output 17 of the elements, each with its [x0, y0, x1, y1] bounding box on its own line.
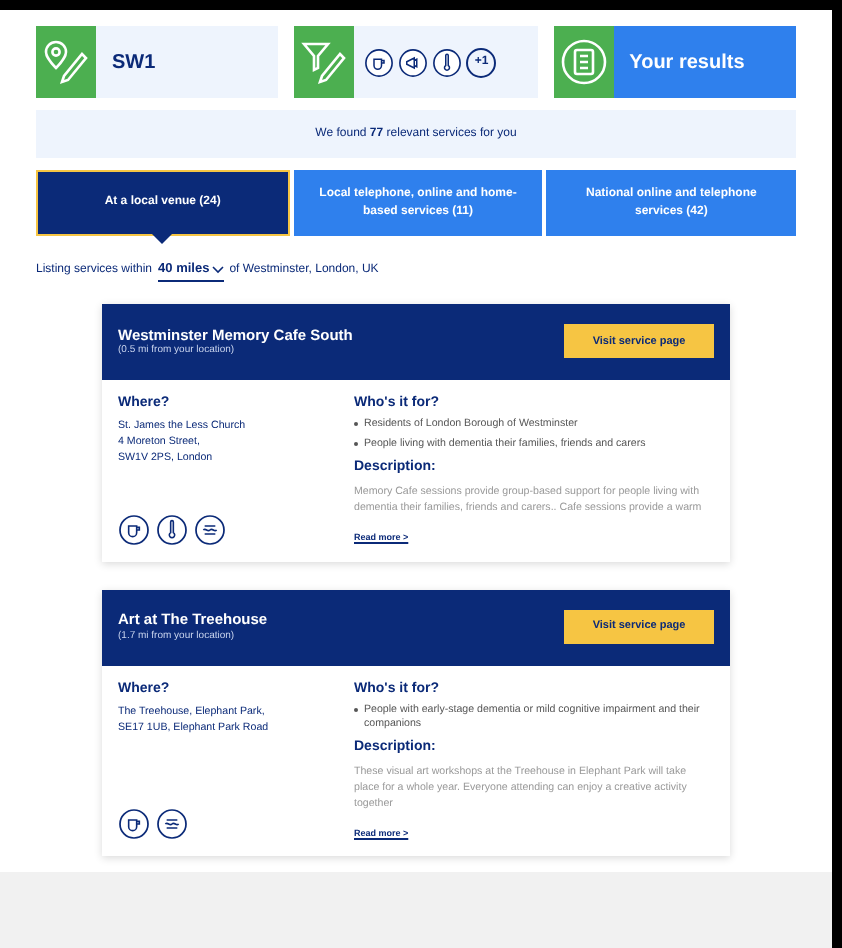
- cup-icon: [118, 808, 150, 841]
- megaphone-icon: [398, 47, 429, 77]
- wave-icon: [156, 808, 188, 841]
- results-step[interactable]: Your results: [553, 26, 796, 98]
- tab-pointer-icon: [152, 234, 173, 244]
- location-step[interactable]: SW1: [36, 26, 279, 98]
- pin-pencil-icon: [42, 38, 90, 86]
- thermometer-icon: [156, 513, 188, 545]
- cup-icon: [364, 47, 395, 77]
- postcode-text: SW1: [110, 49, 158, 77]
- wave-icon: [194, 513, 226, 545]
- results-title: Your results: [627, 49, 747, 77]
- cup-icon: [118, 513, 150, 545]
- funnel-pencil-icon: [300, 38, 349, 86]
- clipboard-icon: [559, 38, 608, 86]
- thermometer-icon: [432, 47, 463, 77]
- chevron-down-icon: [211, 265, 224, 274]
